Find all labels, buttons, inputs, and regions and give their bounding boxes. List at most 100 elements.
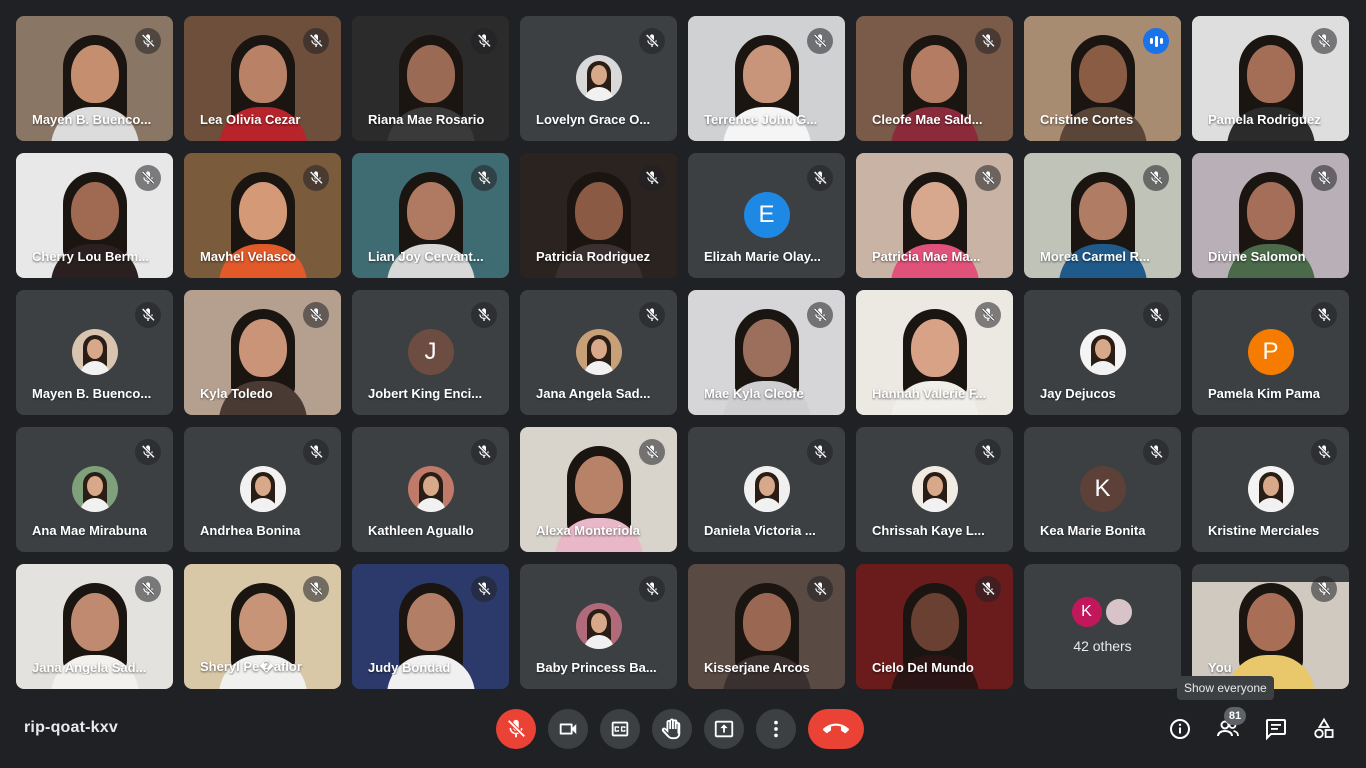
face bbox=[910, 45, 959, 103]
mic-muted-indicator bbox=[1143, 439, 1169, 465]
participant-tile[interactable]: Terrence John G... bbox=[688, 16, 845, 141]
participant-tile[interactable]: J Jobert King Enci... bbox=[352, 290, 509, 415]
mic-off-icon bbox=[141, 445, 155, 459]
mic-muted-indicator bbox=[1311, 576, 1337, 602]
mic-muted-indicator bbox=[975, 28, 1001, 54]
mic-muted-indicator bbox=[1143, 165, 1169, 191]
participant-name: Kea Marie Bonita bbox=[1040, 523, 1146, 538]
face bbox=[910, 182, 959, 240]
avatar-face bbox=[254, 476, 271, 496]
participant-tile[interactable]: Kisserjane Arcos bbox=[688, 564, 845, 689]
present-icon bbox=[714, 720, 734, 738]
profile-photo-avatar bbox=[743, 466, 790, 512]
mic-off-icon bbox=[309, 445, 323, 459]
participant-tile[interactable]: Judy Bondad bbox=[352, 564, 509, 689]
participant-name: Cielo Del Mundo bbox=[872, 660, 974, 675]
activities-button[interactable] bbox=[1304, 709, 1344, 749]
participant-tile[interactable]: K Kea Marie Bonita bbox=[1024, 427, 1181, 552]
participant-tile[interactable]: Alexa Monteriola bbox=[520, 427, 677, 552]
chat-icon bbox=[1266, 719, 1286, 741]
participant-tile[interactable]: Lian Joy Cervant... bbox=[352, 153, 509, 278]
participant-tile[interactable]: Mae Kyla Cleofe bbox=[688, 290, 845, 415]
participant-name: Hannah Valerie F... bbox=[872, 386, 987, 401]
participant-tile[interactable]: Jana Angela Sad... bbox=[16, 564, 173, 689]
participant-tile[interactable]: Morea Carmel R... bbox=[1024, 153, 1181, 278]
participant-name: Baby Princess Ba... bbox=[536, 660, 657, 675]
participant-name: Cristine Cortes bbox=[1040, 112, 1134, 127]
participant-tile[interactable]: Kristine Merciales bbox=[1192, 427, 1349, 552]
mic-off-icon bbox=[813, 445, 827, 459]
participant-tile[interactable]: E Elizah Marie Olay... bbox=[688, 153, 845, 278]
participant-tile[interactable]: Kathleen Aguallo bbox=[352, 427, 509, 552]
participant-tile[interactable]: P Pamela Kim Pama bbox=[1192, 290, 1349, 415]
mic-off-icon bbox=[813, 308, 827, 322]
bottom-control-bar: rip-qoat-kxv 81 bbox=[0, 700, 1366, 768]
others-tile[interactable]: K 42 others bbox=[1024, 564, 1181, 689]
meeting-info-button[interactable] bbox=[1160, 709, 1200, 749]
participant-tile[interactable]: Baby Princess Ba... bbox=[520, 564, 677, 689]
mic-off-icon bbox=[813, 171, 827, 185]
profile-photo-avatar bbox=[575, 603, 622, 649]
more-options-icon bbox=[774, 720, 778, 738]
participant-tile[interactable]: Lovelyn Grace O... bbox=[520, 16, 677, 141]
avatar-face bbox=[422, 476, 439, 496]
mic-off-icon bbox=[981, 308, 995, 322]
people-button[interactable]: 81 bbox=[1208, 707, 1248, 749]
meeting-code: rip-qoat-kxv bbox=[24, 719, 118, 736]
mic-off-icon bbox=[309, 308, 323, 322]
participant-tile[interactable]: Divine Salomon bbox=[1192, 153, 1349, 278]
face bbox=[1246, 45, 1295, 103]
participant-tile[interactable]: Kyla Toledo bbox=[184, 290, 341, 415]
mic-muted-indicator bbox=[471, 576, 497, 602]
participant-tile[interactable]: Mayen B. Buenco... bbox=[16, 290, 173, 415]
participant-name: Mavhel Velasco bbox=[200, 249, 297, 264]
more-options-button[interactable] bbox=[756, 709, 796, 749]
participant-tile[interactable]: Patricia Rodriguez bbox=[520, 153, 677, 278]
participant-tile[interactable]: Cristine Cortes bbox=[1024, 16, 1181, 141]
mic-muted-indicator bbox=[639, 576, 665, 602]
mic-muted-indicator bbox=[1311, 28, 1337, 54]
participant-tile[interactable]: Cielo Del Mundo bbox=[856, 564, 1013, 689]
participant-tile[interactable]: Pamela Rodriguez bbox=[1192, 16, 1349, 141]
microphone-button[interactable] bbox=[496, 709, 536, 749]
face bbox=[910, 593, 959, 651]
mic-off-icon bbox=[309, 582, 323, 596]
participant-tile[interactable]: Daniela Victoria ... bbox=[688, 427, 845, 552]
mic-muted-indicator bbox=[303, 28, 329, 54]
participant-tile[interactable]: Jana Angela Sad... bbox=[520, 290, 677, 415]
participant-tile[interactable]: Andrhea Bonina bbox=[184, 427, 341, 552]
end-call-icon bbox=[823, 723, 849, 734]
self-tile[interactable]: You bbox=[1192, 564, 1349, 689]
participant-tile[interactable]: Hannah Valerie F... bbox=[856, 290, 1013, 415]
mic-muted-indicator bbox=[471, 439, 497, 465]
participant-name: Mayen B. Buenco... bbox=[32, 386, 152, 401]
participant-tile[interactable]: Cleofe Mae Sald... bbox=[856, 16, 1013, 141]
camera-button[interactable] bbox=[548, 709, 588, 749]
participant-tile[interactable]: Ana Mae Mirabuna bbox=[16, 427, 173, 552]
participant-tile[interactable]: Patricia Mae Ma... bbox=[856, 153, 1013, 278]
mic-muted-indicator bbox=[303, 165, 329, 191]
participant-tile[interactable]: Mavhel Velasco bbox=[184, 153, 341, 278]
mic-off-icon bbox=[1149, 445, 1163, 459]
participant-tile[interactable]: Jay Dejucos bbox=[1024, 290, 1181, 415]
face bbox=[574, 456, 623, 514]
participant-name: Jobert King Enci... bbox=[368, 386, 483, 401]
participant-tile[interactable]: Riana Mae Rosario bbox=[352, 16, 509, 141]
participant-tile[interactable]: Sheryl Pe�aflor bbox=[184, 564, 341, 689]
mic-muted-indicator bbox=[639, 302, 665, 328]
participant-tile[interactable]: Cherry Lou Berm... bbox=[16, 153, 173, 278]
captions-button[interactable] bbox=[600, 709, 640, 749]
present-button[interactable] bbox=[704, 709, 744, 749]
participant-tile[interactable]: Lea Olivia Cezar bbox=[184, 16, 341, 141]
end-call-button[interactable] bbox=[808, 709, 864, 749]
chat-button[interactable] bbox=[1256, 709, 1296, 749]
mic-muted-indicator bbox=[975, 302, 1001, 328]
raise-hand-button[interactable] bbox=[652, 709, 692, 749]
mic-muted-indicator bbox=[807, 302, 833, 328]
mic-off-icon bbox=[1317, 445, 1331, 459]
mic-muted-indicator bbox=[975, 165, 1001, 191]
participant-tile[interactable]: Mayen B. Buenco... bbox=[16, 16, 173, 141]
avatar-face bbox=[926, 476, 943, 496]
mic-off-icon bbox=[141, 582, 155, 596]
participant-tile[interactable]: Chrissah Kaye L... bbox=[856, 427, 1013, 552]
